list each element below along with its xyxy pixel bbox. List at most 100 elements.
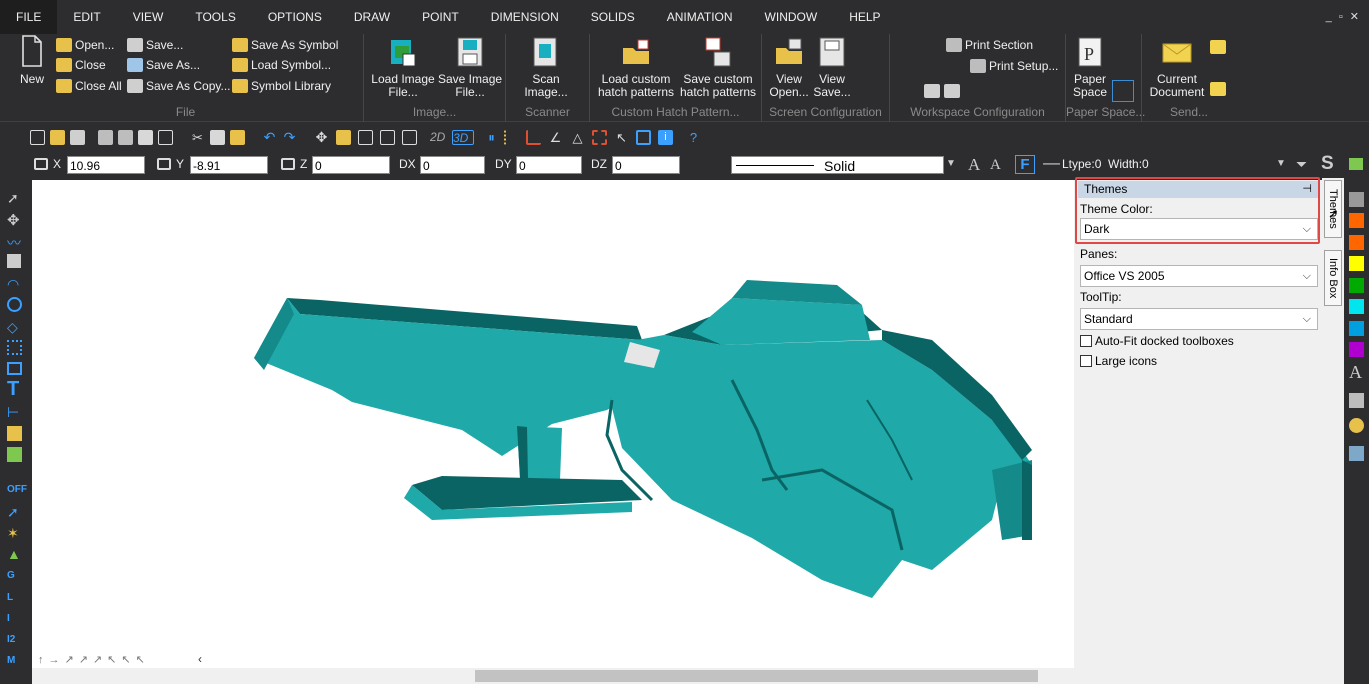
font-size-down-icon[interactable]: A	[990, 157, 1001, 174]
horizontal-scrollbar[interactable]	[32, 668, 1074, 684]
color-swatch-purple[interactable]	[1349, 342, 1364, 357]
open-file-icon[interactable]	[50, 130, 65, 145]
menu-options[interactable]: OPTIONS	[252, 0, 338, 34]
autofit-box[interactable]	[1080, 335, 1092, 347]
workspace-view-icon[interactable]	[944, 84, 960, 98]
color-swatch-green[interactable]	[1349, 278, 1364, 293]
pointer-icon[interactable]: ↖	[614, 130, 629, 145]
mode-3d-button[interactable]: 3D	[452, 130, 474, 145]
menu-help[interactable]: HELP	[833, 0, 896, 34]
fill-icon[interactable]	[7, 447, 22, 462]
line-style-chevron-icon[interactable]: ▼	[946, 158, 956, 169]
solid-box-icon[interactable]	[7, 254, 21, 268]
print-icon[interactable]	[98, 130, 113, 145]
print-setup-button[interactable]: Print Setup...	[970, 59, 1058, 73]
scrollbar-thumb[interactable]	[475, 670, 1038, 682]
close-all-button[interactable]: Close All	[56, 79, 122, 93]
mode-2d-button[interactable]: 2D	[430, 130, 452, 145]
grid-snap-icon[interactable]	[504, 130, 519, 145]
move-tool-icon[interactable]: ✥	[7, 211, 25, 229]
snap-m-button[interactable]: M	[7, 655, 25, 672]
text-tool-icon[interactable]: T	[7, 378, 25, 400]
menu-animation[interactable]: ANIMATION	[651, 0, 749, 34]
redo-icon[interactable]: ↷	[282, 130, 297, 145]
open-button[interactable]: Open...	[56, 38, 114, 52]
hatch-icon[interactable]	[7, 426, 22, 441]
move-icon[interactable]: ✥	[314, 130, 329, 145]
print-preview-icon[interactable]	[118, 130, 133, 145]
text-style-icon[interactable]: A	[1349, 362, 1362, 383]
print-section-button[interactable]: Print Section	[946, 38, 1033, 52]
snap-i2-button[interactable]: I2	[7, 634, 25, 651]
dy-input[interactable]: 0	[516, 156, 582, 174]
menu-file[interactable]: FILE	[0, 0, 58, 34]
menu-tools[interactable]: TOOLS	[179, 0, 251, 34]
image-tool-icon[interactable]	[1349, 393, 1364, 408]
snap-g-button[interactable]: G	[7, 570, 25, 587]
tab-info-box[interactable]: Info Box	[1324, 250, 1342, 306]
scan-image-button[interactable]: Scan Image...	[514, 36, 578, 99]
circle-icon[interactable]	[7, 297, 22, 312]
send-current-document-button[interactable]: Current Document	[1142, 36, 1212, 99]
layers-icon[interactable]	[1349, 158, 1363, 170]
autofit-checkbox[interactable]: Auto-Fit docked toolboxes	[1080, 334, 1234, 348]
select-points-icon[interactable]	[592, 130, 607, 145]
copy-icon[interactable]	[210, 130, 225, 145]
font-size-up-icon[interactable]: A	[968, 155, 980, 175]
font-icon[interactable]: F	[1015, 155, 1035, 174]
ortho-icon[interactable]	[526, 130, 541, 145]
info-icon[interactable]: i	[658, 130, 673, 145]
load-image-button[interactable]: Load Image File...	[370, 36, 436, 99]
menu-view[interactable]: VIEW	[117, 0, 180, 34]
save-image-button[interactable]: Save Image File...	[438, 36, 502, 99]
pause-icon[interactable]: ⏸	[484, 130, 499, 145]
save-as-copy-button[interactable]: Save As Copy...	[127, 79, 231, 93]
lock-y-icon[interactable]	[157, 158, 171, 170]
send-export-icon[interactable]	[1210, 82, 1226, 96]
menu-window[interactable]: WINDOW	[749, 0, 834, 34]
help-cursor-icon[interactable]: ?	[686, 130, 701, 145]
scroll-left-icon[interactable]: ‹	[198, 652, 202, 666]
save-as-symbol-button[interactable]: Save As Symbol	[232, 38, 338, 52]
color-swatch-yellow[interactable]	[1349, 256, 1364, 271]
snap-s-button[interactable]: S	[1321, 153, 1334, 175]
triangle-icon[interactable]: △	[570, 130, 585, 145]
grid-points-icon[interactable]	[7, 340, 22, 355]
snap-l-button[interactable]: L	[7, 592, 25, 609]
layer-paste-icon[interactable]	[402, 130, 417, 145]
line-tool-icon[interactable]: —	[1043, 153, 1060, 173]
palette-icon[interactable]	[1349, 418, 1364, 433]
line-style-select[interactable]: Solid	[731, 156, 944, 174]
menu-point[interactable]: POINT	[406, 0, 475, 34]
load-hatch-button[interactable]: Load custom hatch patterns	[596, 36, 676, 99]
view-open-button[interactable]: View Open...	[766, 36, 812, 99]
menu-solids[interactable]: SOLIDS	[575, 0, 651, 34]
z-input[interactable]: 0	[312, 156, 390, 174]
panes-select[interactable]: Office VS 2005 ⌵	[1080, 265, 1318, 287]
color-swatch-cyan[interactable]	[1349, 299, 1364, 314]
lock-x-icon[interactable]	[34, 158, 48, 170]
color-swatch-orange-2[interactable]	[1349, 235, 1364, 250]
tooltip-select[interactable]: Standard ⌵	[1080, 308, 1318, 330]
angle-icon[interactable]: ∠	[548, 130, 563, 145]
symbol-library-button[interactable]: Symbol Library	[232, 79, 331, 93]
x-input[interactable]: 10.96	[67, 156, 145, 174]
arc-icon[interactable]: ◠	[7, 276, 25, 293]
large-icons-box[interactable]	[1080, 355, 1092, 367]
filter-icon[interactable]: ⏷	[1296, 156, 1307, 173]
menu-draw[interactable]: DRAW	[338, 0, 406, 34]
large-icons-checkbox[interactable]: Large icons	[1080, 354, 1157, 368]
window-icon[interactable]	[636, 130, 651, 145]
save-hatch-button[interactable]: Save custom hatch patterns	[678, 36, 758, 99]
layer-copy-icon[interactable]	[380, 130, 395, 145]
new-file-icon[interactable]	[30, 130, 45, 145]
dx-input[interactable]: 0	[420, 156, 485, 174]
new-button[interactable]: New	[16, 34, 48, 86]
ltype-chevron-icon[interactable]: ▼	[1276, 158, 1286, 169]
view-save-button[interactable]: View Save...	[810, 36, 854, 99]
polygon-icon[interactable]: ◇	[7, 319, 25, 336]
preview-icon[interactable]	[138, 130, 153, 145]
undo-icon[interactable]: ↶	[262, 130, 277, 145]
color-swatch-orange[interactable]	[1349, 213, 1364, 228]
save-file-icon[interactable]	[70, 130, 85, 145]
